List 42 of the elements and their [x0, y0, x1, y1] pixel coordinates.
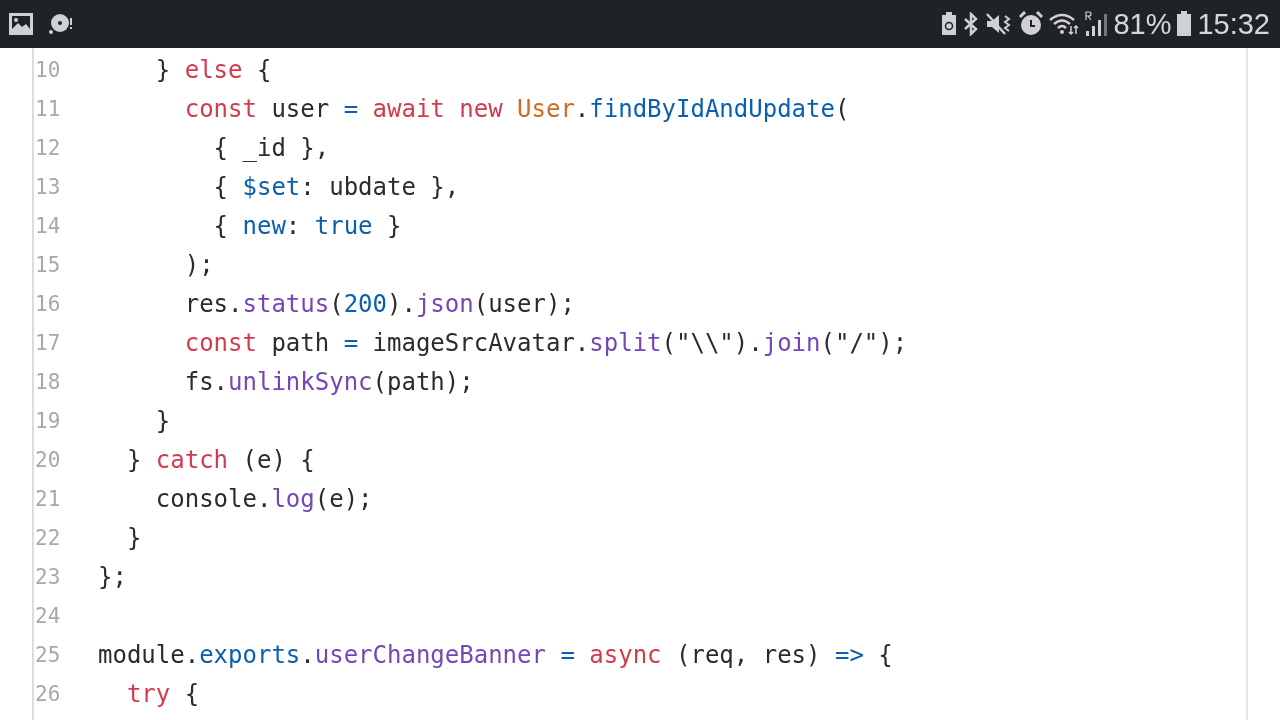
disc-icon — [48, 12, 74, 36]
signal-icon — [1084, 11, 1109, 37]
code-line: { _id }, — [212, 133, 330, 162]
alarm-icon — [1018, 11, 1045, 37]
wifi-icon — [1049, 12, 1080, 36]
line-number: 11 — [34, 96, 62, 121]
code-line: { $set: ubdate }, — [212, 172, 460, 201]
line-number: 22 — [34, 525, 62, 550]
battery-saver-icon — [941, 12, 958, 36]
line-number: 21 — [34, 486, 62, 511]
code-line: module.exports.userChangeBanner = async (req, res) => { — [98, 640, 893, 669]
line-number: 25 — [34, 642, 62, 667]
battery-icon — [1176, 11, 1193, 37]
code-line: res.status(200).json(user); — [183, 289, 575, 318]
line-number: 26 — [34, 681, 62, 706]
code-line: ); — [183, 250, 214, 279]
code-line: }; — [98, 562, 127, 591]
line-number: 17 — [34, 330, 62, 355]
line-number: 24 — [34, 603, 62, 628]
line-number: 16 — [34, 291, 62, 316]
clock-time: 15:32 — [1197, 7, 1270, 41]
line-number: 23 — [34, 564, 62, 589]
code-line: const path = imageSrcAvatar.split("\\").join("/"); — [183, 328, 908, 357]
line-number: 20 — [34, 447, 62, 472]
line-number: 15 — [34, 252, 62, 277]
line-number: 14 — [34, 213, 62, 238]
code-line: fs.unlinkSync(path); — [183, 367, 474, 396]
code-line: const user = await new User.findByIdAndUpdate( — [183, 94, 850, 123]
code-line: } else { — [154, 55, 272, 84]
line-number: 13 — [34, 174, 62, 199]
line-number: 12 — [34, 135, 62, 160]
code-line: } — [154, 406, 171, 435]
code-line: try { — [125, 679, 200, 708]
code-line: } — [125, 523, 142, 552]
line-number: 10 — [34, 57, 62, 82]
code-line: } catch (e) { — [125, 445, 315, 474]
line-number: 19 — [34, 408, 62, 433]
line-number: 18 — [34, 369, 62, 394]
picture-icon — [8, 12, 34, 36]
battery-percentage: 81% — [1113, 7, 1172, 41]
code-line: console.log(e); — [154, 484, 373, 513]
code-line: { new: true } — [212, 211, 402, 240]
